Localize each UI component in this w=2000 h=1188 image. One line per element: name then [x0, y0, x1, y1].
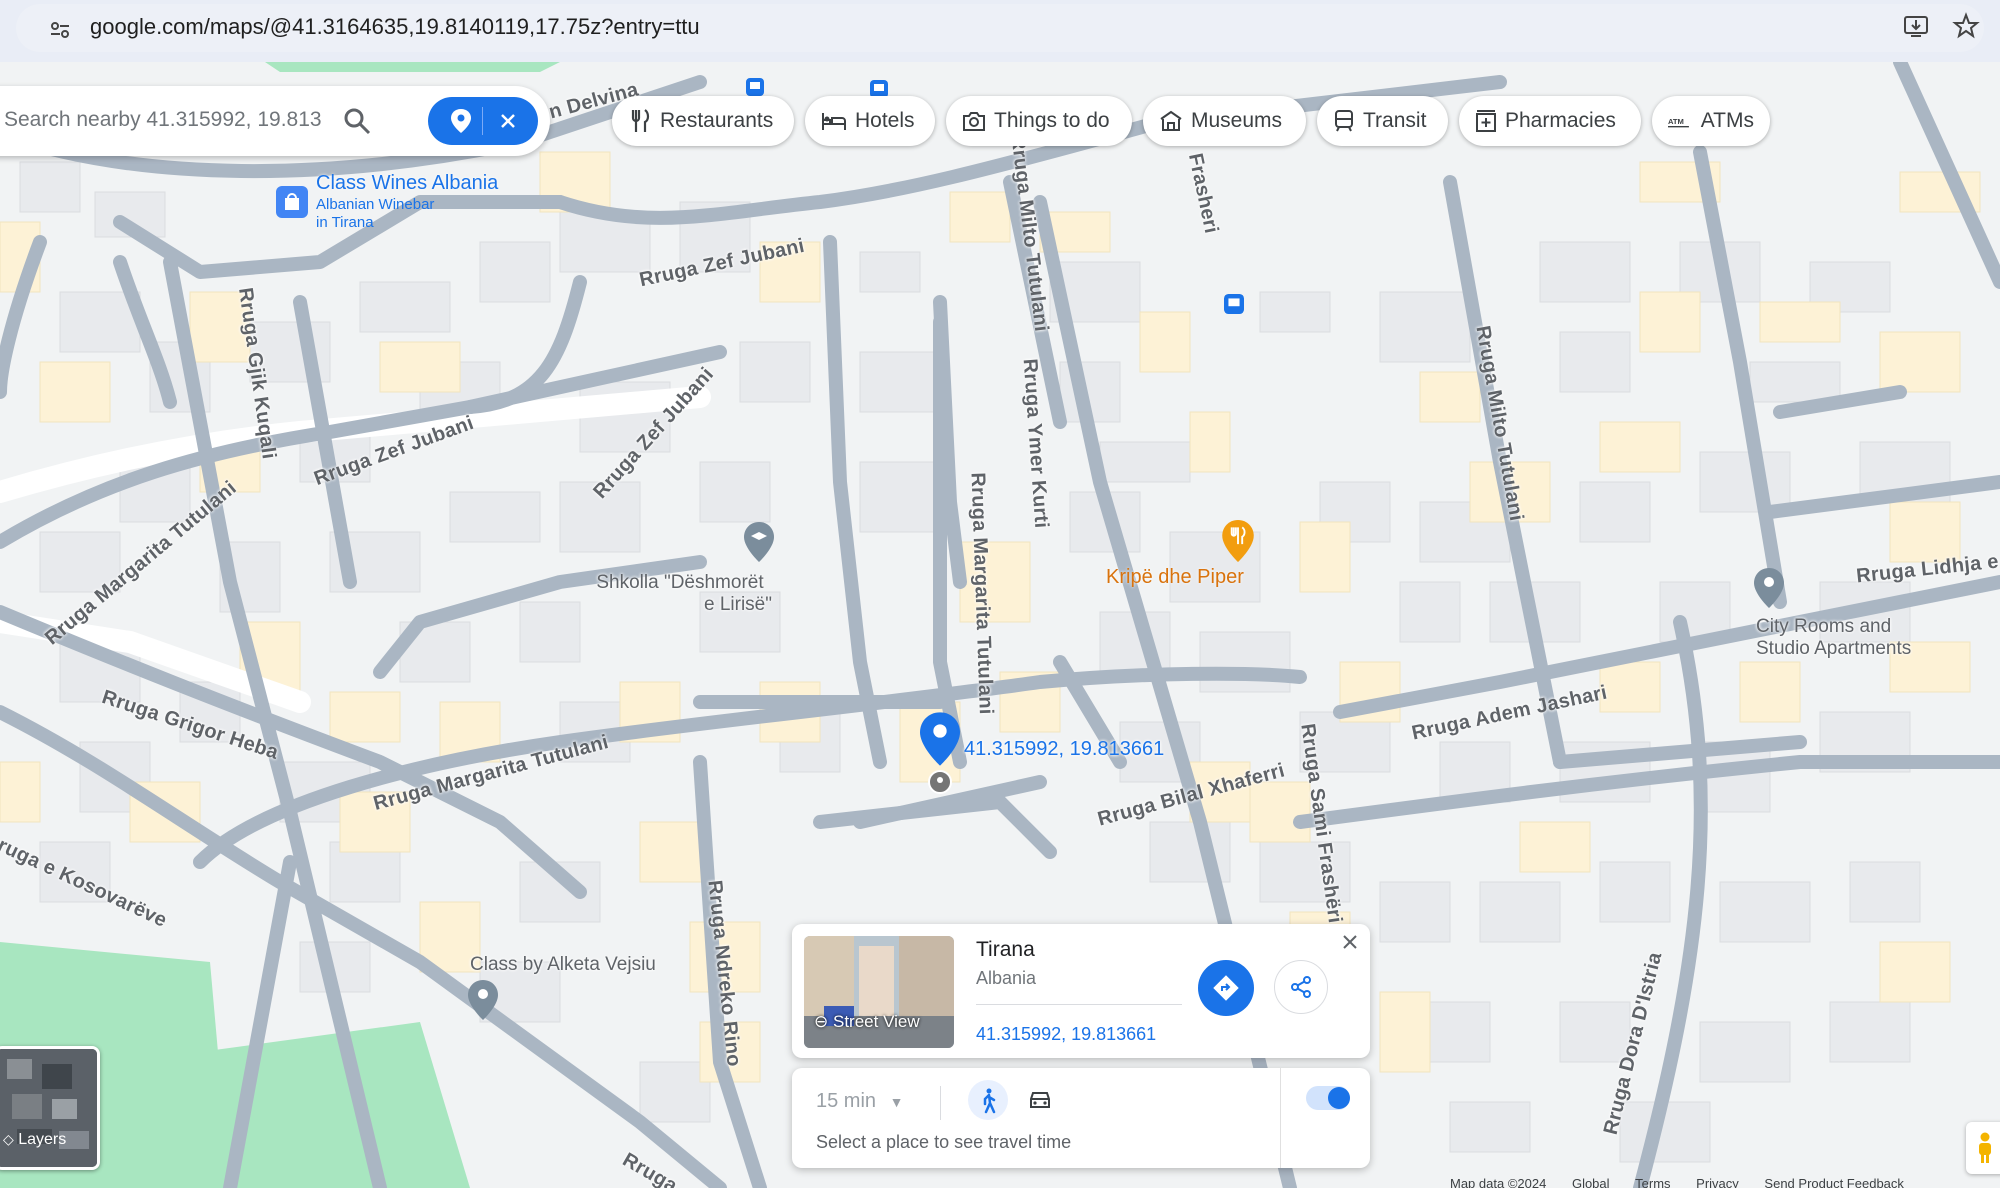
toggle-knob — [1328, 1087, 1350, 1109]
satellite-thumbnail — [0, 1049, 97, 1167]
car-icon — [1030, 1092, 1050, 1108]
chip-atms[interactable]: ATM ATMs — [1652, 96, 1770, 146]
restaurant-pin-icon — [1222, 520, 1254, 562]
layers-button[interactable]: ◇ Layers — [0, 1046, 100, 1170]
place-card[interactable]: ⊖ Street View Tirana Albania 41.315992, … — [792, 924, 1370, 1058]
map-data-attribution: Map data ©2024 — [1450, 1176, 1547, 1188]
location-pin-icon — [920, 712, 960, 766]
place-title: Tirana — [976, 938, 1035, 961]
feedback-link[interactable]: Send Product Feedback — [1764, 1176, 1903, 1188]
poi-name: Class by Alketa Vejsiu — [470, 954, 656, 975]
poi-name: e Lirisë" — [704, 594, 772, 615]
poi-name: Studio Apartments — [1756, 638, 1912, 659]
poi-subtitle: Albanian Winebar — [316, 196, 435, 213]
fork-knife-icon — [631, 109, 650, 132]
poi-subtitle: in Tirana — [316, 214, 374, 231]
chip-transit[interactable]: Transit — [1317, 96, 1448, 146]
chip-label: Pharmacies — [1505, 109, 1616, 132]
address-bar[interactable]: google.com/maps/@41.3164635,19.8140119,1… — [16, 4, 1984, 52]
chip-museums[interactable]: Museums — [1143, 96, 1306, 146]
pharmacy-icon — [1476, 110, 1496, 132]
camera-icon — [963, 112, 985, 131]
divider — [976, 1004, 1182, 1005]
street-view-text: Street View — [832, 1012, 920, 1031]
chip-label: Things to do — [994, 109, 1110, 132]
directions-button[interactable] — [1198, 960, 1254, 1016]
bookmark-star-icon[interactable] — [1952, 12, 1980, 40]
bus-stop-icon[interactable] — [746, 78, 764, 96]
divider — [940, 1086, 941, 1120]
chip-label: Hotels — [855, 109, 915, 132]
share-icon — [1291, 976, 1311, 998]
privacy-link[interactable]: Privacy — [1696, 1176, 1739, 1188]
hotel-pin-icon — [1754, 568, 1784, 608]
site-settings-icon[interactable] — [48, 18, 72, 42]
chip-restaurants[interactable]: Restaurants — [612, 96, 794, 146]
museum-icon — [1160, 110, 1182, 131]
street-view-thumbnail[interactable]: ⊖ Street View — [804, 936, 954, 1048]
layers-text: Layers — [18, 1131, 67, 1148]
url-text[interactable]: google.com/maps/@41.3164635,19.8140119,1… — [90, 14, 700, 40]
search-icon[interactable] — [342, 106, 372, 136]
layers-label: ◇ Layers — [3, 1131, 66, 1149]
browser-toolbar: google.com/maps/@41.3164635,19.8140119,1… — [0, 0, 2000, 62]
search-box[interactable]: Search nearby 41.315992, 19.813 — [0, 86, 550, 156]
share-button[interactable] — [1274, 960, 1328, 1014]
place-subtitle: Albania — [976, 968, 1037, 988]
chip-label: Museums — [1191, 109, 1283, 132]
close-icon[interactable] — [498, 111, 518, 131]
nearby-toggle[interactable] — [428, 97, 538, 145]
location-pin-icon — [451, 109, 471, 133]
chip-label: ATMs — [1700, 109, 1754, 132]
bus-stop-icon[interactable] — [1224, 294, 1244, 314]
close-icon[interactable] — [1342, 934, 1358, 950]
school-pin-icon — [744, 522, 774, 562]
terms-link[interactable]: Terms — [1635, 1176, 1670, 1188]
street-view-label: ⊖ Street View — [814, 1012, 920, 1032]
train-icon — [1335, 110, 1353, 132]
travel-hint: Select a place to see travel time — [816, 1132, 1072, 1152]
shop-pin-icon — [468, 980, 498, 1020]
svg-text:ATM: ATM — [1668, 117, 1684, 126]
driving-mode-button[interactable] — [1020, 1080, 1060, 1120]
chevron-down-icon: ▼ — [889, 1094, 904, 1110]
map-canvas[interactable]: n Delvina Rruga Zef Jubani Rruga Zef Jub… — [0, 62, 2000, 1188]
chip-label: Transit — [1363, 109, 1427, 132]
pegman-button[interactable] — [1966, 1122, 2000, 1174]
chip-things-to-do[interactable]: Things to do — [946, 96, 1132, 146]
travel-toggle[interactable] — [1306, 1086, 1350, 1110]
place-coordinates[interactable]: 41.315992, 19.813661 — [976, 1024, 1156, 1045]
duration-value: 15 min — [816, 1090, 877, 1112]
layers-icon: ◇ — [3, 1131, 14, 1147]
chip-hotels[interactable]: Hotels — [805, 96, 935, 146]
pin-coordinates-label: 41.315992, 19.813661 — [964, 738, 1165, 760]
atm-icon: ATM — [1668, 117, 1689, 128]
search-input[interactable]: Search nearby 41.315992, 19.813 — [4, 108, 322, 132]
map-footer: Map data ©2024 Global Terms Privacy Send… — [1450, 1176, 1904, 1188]
install-app-icon[interactable] — [1902, 12, 1930, 40]
divider — [1280, 1068, 1281, 1168]
poi-name: Shkolla "Dëshmorët — [596, 572, 764, 593]
poi-name: Class Wines Albania — [316, 172, 499, 194]
travel-time-card: 15 min ▼ Select a place to see travel ti… — [792, 1068, 1370, 1168]
poi-name: Kripë dhe Piper — [1106, 566, 1244, 588]
chip-pharmacies[interactable]: Pharmacies — [1459, 96, 1641, 146]
duration-dropdown[interactable]: 15 min ▼ — [816, 1090, 903, 1113]
poi-name: City Rooms and — [1756, 616, 1892, 637]
shopping-bag-icon — [276, 186, 308, 218]
chip-label: Restaurants — [660, 109, 774, 132]
bed-icon — [822, 113, 846, 130]
pegman-icon — [1979, 1132, 1991, 1163]
walking-mode-button[interactable] — [968, 1080, 1008, 1120]
street-view-icon: ⊖ — [814, 1012, 829, 1031]
scale-link[interactable]: Global — [1572, 1176, 1610, 1188]
walking-icon — [983, 1088, 996, 1114]
small-pin-icon — [928, 770, 952, 794]
directions-icon — [1213, 975, 1239, 1001]
